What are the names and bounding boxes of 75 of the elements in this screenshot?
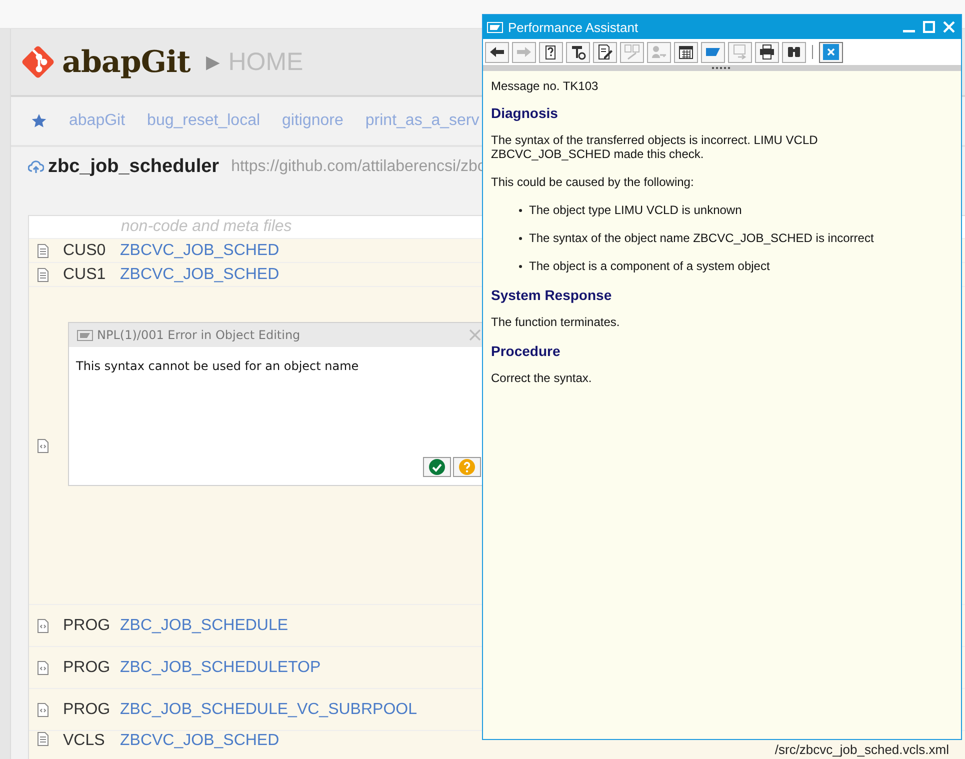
section-heading: Diagnosis (491, 105, 559, 121)
list-item: The syntax of the object name ZBCVC_JOB_SCHED is incorrect (529, 231, 874, 245)
arrow-left-icon (489, 44, 505, 60)
breadcrumb-arrow: ▶ (206, 51, 220, 73)
calendar-icon (678, 44, 694, 60)
document-icon (37, 244, 49, 258)
object-link[interactable]: ZBC_JOB_SCHEDULE (120, 616, 288, 634)
object-type: VCLS (63, 732, 106, 750)
bullet-icon (519, 208, 522, 212)
section-heading: System Response (491, 287, 613, 303)
user-key-icon (651, 44, 667, 60)
favorite-link[interactable]: abapGit (69, 112, 126, 130)
code-file-icon (37, 660, 49, 674)
window-title: Performance Assistant (508, 20, 638, 34)
checkmark-icon (429, 459, 445, 475)
object-type: PROG (63, 616, 112, 634)
bullet-icon (519, 264, 522, 268)
print-button[interactable] (755, 42, 779, 62)
flag-button[interactable] (701, 42, 725, 62)
object-link[interactable]: ZBCVC_JOB_SCHED (120, 266, 280, 284)
object-type: CUS0 (63, 242, 107, 260)
file-path: /src/zbcvc_job_sched.vcls.xml (774, 743, 949, 756)
paragraph: The function terminates. (491, 315, 621, 329)
tools-icon (570, 44, 586, 60)
message-number: Message no. TK103 (491, 79, 600, 93)
cloud-upload-icon (28, 160, 44, 174)
paragraph: Correct the syntax. (491, 371, 593, 385)
star-icon[interactable] (31, 113, 47, 129)
transfer-icon (732, 44, 748, 60)
repository-url: https://github.com/attilaberencsi/zbc (231, 158, 486, 176)
object-link[interactable]: ZBCVC_JOB_SCHED (120, 732, 280, 750)
error-message: This syntax cannot be used for an object name (76, 359, 359, 373)
code-file-icon (37, 702, 49, 716)
calendar-button[interactable] (674, 42, 698, 62)
confirm-button[interactable] (423, 457, 451, 477)
paragraph: This could be caused by the following: (491, 175, 695, 189)
bullet-icon (519, 236, 522, 240)
paragraph: The syntax of the transferred objects is incorrect. LIMU VCLD ZBCVC_JOB_SCHED made this check. (491, 133, 819, 161)
compare-icon (624, 44, 640, 60)
object-type: PROG (63, 658, 112, 676)
find-button[interactable] (782, 42, 806, 62)
close-icon (823, 44, 839, 60)
object-type: PROG (63, 700, 112, 718)
tools-button[interactable] (566, 42, 590, 62)
object-link[interactable]: ZBCVC_JOB_SCHED (120, 242, 280, 260)
edit-button[interactable] (593, 42, 617, 62)
dialog-title: NPL(1)/001 Error in Object Editing (97, 328, 300, 342)
question-icon (459, 459, 475, 475)
list-item: The object is a component of a system object (529, 259, 770, 273)
section-heading: Procedure (491, 343, 562, 359)
splitter-grip-icon[interactable] (712, 66, 732, 70)
document-icon (37, 268, 49, 282)
app-logo-text: abapGit (62, 44, 190, 80)
close-button[interactable] (819, 42, 843, 62)
arrow-right-icon (516, 44, 532, 60)
object-type: CUS1 (63, 266, 107, 284)
code-file-icon (37, 438, 49, 452)
back-button[interactable] (485, 42, 509, 62)
window-icon (487, 22, 503, 32)
favorite-link[interactable]: print_as_a_serv (365, 112, 480, 130)
maximize-icon[interactable] (923, 21, 935, 33)
dialog-icon (77, 330, 93, 340)
favorite-link[interactable]: gitignore (282, 112, 344, 130)
printer-icon (759, 44, 775, 60)
object-link[interactable]: ZBC_JOB_SCHEDULETOP (120, 658, 321, 676)
edit-icon (597, 44, 613, 60)
object-link[interactable]: ZBC_JOB_SCHEDULE_VC_SUBRPOOL (120, 700, 417, 718)
favorite-link[interactable]: bug_reset_local (147, 112, 260, 130)
help-button[interactable] (539, 42, 563, 62)
binoculars-icon (786, 44, 802, 60)
repository-name: zbc_job_scheduler (48, 156, 220, 178)
code-file-icon (37, 618, 49, 632)
section-label: non-code and meta files (121, 218, 292, 235)
document-icon (37, 732, 49, 746)
list-item: The object type LIMU VCLD is unknown (529, 203, 742, 217)
